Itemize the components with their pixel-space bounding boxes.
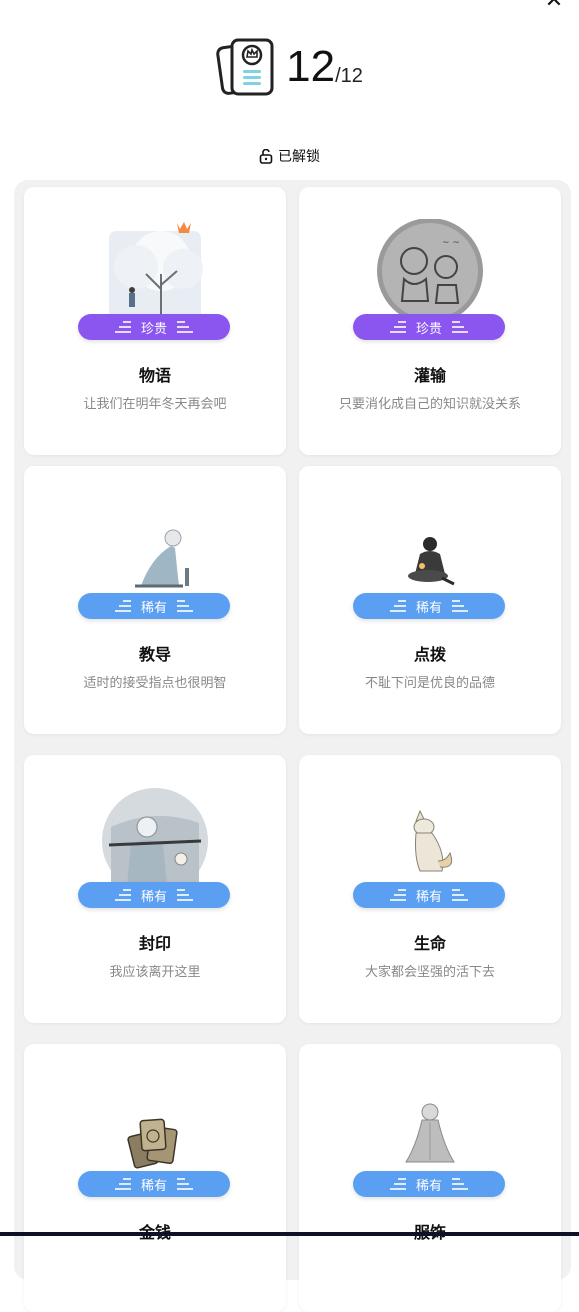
card-name: 教导 xyxy=(138,645,171,664)
rarity-label: 稀有 xyxy=(140,889,167,905)
kneeling-figure-illustration xyxy=(101,498,209,596)
collection-card[interactable]: 稀有 封印 我应该离开这里 xyxy=(24,755,286,1023)
collection-card[interactable]: 稀有 教导 适时的接受指点也很明智 xyxy=(24,466,286,734)
rarity-bars-right-icon xyxy=(452,1178,468,1190)
collection-card[interactable]: ~ ~ 珍贵 灌输 只要消化成自己的知识就没关系 xyxy=(299,187,561,455)
rarity-bars-left-icon xyxy=(114,1178,131,1190)
card-description: 不耻下问是优良的品德 xyxy=(364,676,495,691)
collection-card[interactable]: 珍贵 物语 让我们在明年冬天再会吧 xyxy=(24,187,286,455)
collection-header: 12 /12 xyxy=(0,36,579,98)
rarity-label: 珍贵 xyxy=(415,321,442,337)
card-name: 生命 xyxy=(413,934,446,953)
collection-card[interactable]: 稀有 金钱 xyxy=(24,1044,286,1312)
sitting-figure-illustration xyxy=(376,498,484,596)
rarity-label: 稀有 xyxy=(415,1178,442,1194)
rarity-label: 珍贵 xyxy=(140,321,167,337)
card-description: 只要消化成自己的知识就没关系 xyxy=(338,397,521,412)
card-description: 让我们在明年冬天再会吧 xyxy=(83,397,227,412)
rarity-bars-left-icon xyxy=(389,321,406,333)
rarity-badge: 珍贵 xyxy=(353,314,505,340)
fox-illustration xyxy=(376,787,484,885)
rarity-label: 稀有 xyxy=(415,600,442,616)
unlocked-filter[interactable]: 已解锁 xyxy=(0,146,579,166)
rarity-badge: 稀有 xyxy=(78,882,230,908)
rarity-label: 稀有 xyxy=(140,1178,167,1194)
card-collection-icon xyxy=(216,38,274,96)
rarity-bars-right-icon xyxy=(452,600,468,612)
collection-card[interactable]: 稀有 生命 大家都会坚强的活下去 xyxy=(299,755,561,1023)
rarity-bars-left-icon xyxy=(389,1178,406,1190)
rarity-badge: 稀有 xyxy=(78,593,230,619)
card-name: 服饰 xyxy=(299,1219,561,1243)
rarity-badge: 珍贵 xyxy=(78,314,230,340)
close-button[interactable]: ✕ xyxy=(543,0,565,12)
card-description: 适时的接受指点也很明智 xyxy=(83,676,227,691)
card-name: 灌输 xyxy=(413,366,446,385)
rarity-label: 稀有 xyxy=(140,600,167,616)
rarity-badge: 稀有 xyxy=(78,1171,230,1197)
snow-tree-illustration xyxy=(101,219,209,317)
sealed-figure-illustration xyxy=(101,787,209,885)
bottom-edge xyxy=(0,1232,579,1236)
rarity-bars-right-icon xyxy=(452,321,468,333)
svg-text:~ ~: ~ ~ xyxy=(442,238,460,248)
card-description: 我应该离开这里 xyxy=(109,965,201,980)
rarity-badge: 稀有 xyxy=(353,1171,505,1197)
rarity-label: 稀有 xyxy=(415,889,442,905)
cloak-illustration xyxy=(376,1076,484,1174)
rarity-bars-right-icon xyxy=(177,600,193,612)
rarity-bars-left-icon xyxy=(114,321,131,333)
total-count: /12 xyxy=(335,65,363,87)
rarity-badge: 稀有 xyxy=(353,882,505,908)
rarity-bars-left-icon xyxy=(389,889,406,901)
rarity-bars-right-icon xyxy=(177,1178,193,1190)
card-name: 封印 xyxy=(138,934,171,953)
collection-card[interactable]: 稀有 服饰 xyxy=(299,1044,561,1312)
rarity-badge: 稀有 xyxy=(353,593,505,619)
rarity-bars-left-icon xyxy=(114,889,131,901)
unlocked-count: 12 xyxy=(286,42,336,91)
unlock-icon xyxy=(259,148,273,164)
rarity-bars-right-icon xyxy=(177,889,193,901)
card-description: 大家都会坚强的活下去 xyxy=(364,965,495,980)
card-name: 物语 xyxy=(138,366,171,385)
rarity-bars-left-icon xyxy=(114,600,131,612)
sketch-drawing-illustration: ~ ~ xyxy=(376,219,484,317)
rarity-bars-right-icon xyxy=(452,889,468,901)
unlocked-label: 已解锁 xyxy=(278,149,320,165)
card-grid: 珍贵 物语 让我们在明年冬天再会吧 ~ ~ 珍贵 灌输 只要消化成自己的知识就没… xyxy=(14,180,571,1312)
card-name: 金钱 xyxy=(24,1219,286,1243)
coins-illustration xyxy=(101,1076,209,1174)
card-name: 点拨 xyxy=(413,645,446,664)
rarity-bars-left-icon xyxy=(389,600,406,612)
rarity-bars-right-icon xyxy=(177,321,193,333)
collection-card[interactable]: 稀有 点拨 不耻下问是优良的品德 xyxy=(299,466,561,734)
